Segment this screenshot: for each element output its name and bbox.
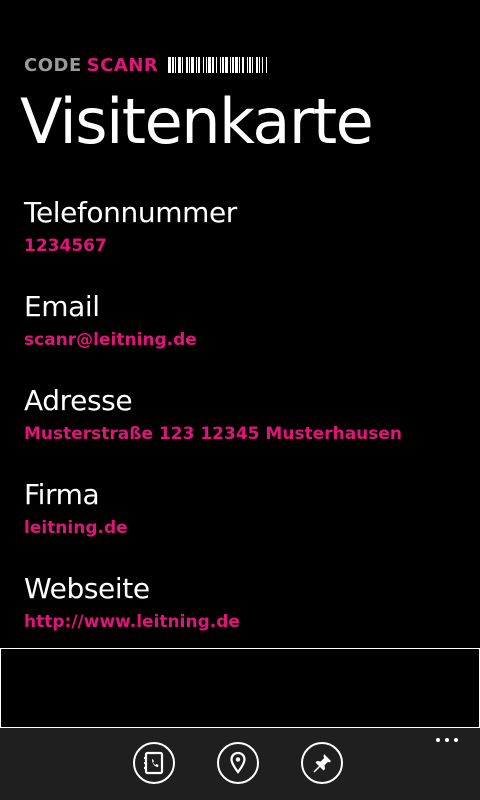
ellipsis-icon [436,738,440,742]
brand-scanr-text: SCANR [86,54,159,76]
business-card-fields: Telefonnummer 1234567 Email scanr@leitni… [24,194,464,664]
field-value-phone[interactable]: 1234567 [24,232,464,260]
field-email: Email scanr@leitning.de [24,288,464,382]
map-pin-icon [230,751,246,774]
barcode-stripe [267,57,269,73]
page-title: Visitenkarte [20,85,374,158]
field-label: Adresse [24,384,133,417]
field-label: Telefonnummer [24,196,237,229]
ellipsis-icon [445,738,449,742]
ad-banner[interactable] [0,648,480,728]
add-contact-button[interactable] [133,742,175,784]
field-value-address[interactable]: Musterstraße 123 12345 Musterhausen [24,420,464,448]
contact-card-phone-icon [144,751,164,775]
app-bar [0,728,480,800]
brand-code-text: CODE [24,54,82,76]
field-label: Email [24,290,100,323]
barcode-icon [168,57,269,73]
pin-to-start-button[interactable] [301,742,343,784]
pushpin-icon [313,754,331,773]
field-value-website[interactable]: http://www.leitning.de [24,608,464,636]
field-value-company[interactable]: leitning.de [24,514,464,542]
app-header: CODE SCANR [24,54,269,76]
field-label: Firma [24,478,100,511]
field-phone: Telefonnummer 1234567 [24,194,464,288]
field-company: Firma leitning.de [24,476,464,570]
field-value-email[interactable]: scanr@leitning.de [24,326,464,354]
field-label: Webseite [24,572,150,605]
more-options-button[interactable] [436,738,458,742]
ellipsis-icon [454,738,458,742]
show-map-button[interactable] [217,742,259,784]
field-address: Adresse Musterstraße 123 12345 Musterhau… [24,382,464,476]
